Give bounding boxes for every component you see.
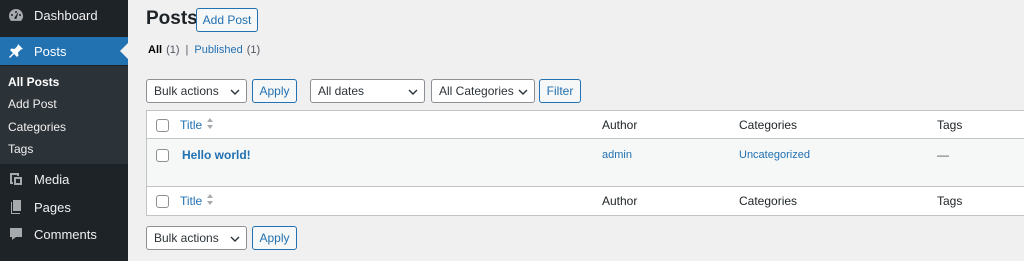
post-title-link[interactable]: Hello world! [182, 148, 251, 162]
chevron-down-icon [230, 233, 240, 243]
column-tags-footer: Tags [937, 194, 963, 208]
sidebar-item-label: Media [34, 171, 70, 187]
column-categories-footer: Categories [739, 194, 798, 208]
sidebar-item-media[interactable]: Media [0, 165, 128, 193]
sort-icon [206, 194, 214, 208]
bulk-actions-value: Bulk actions [154, 84, 219, 98]
post-tags-value: — [937, 148, 949, 162]
sort-icon [206, 118, 214, 132]
filter-all-link[interactable]: All [148, 44, 162, 56]
categories-filter-select[interactable]: All Categories [431, 79, 535, 103]
media-icon [6, 169, 26, 189]
sidebar-item-label: Dashboard [34, 7, 98, 23]
sidebar-item-posts[interactable]: Posts [0, 37, 128, 65]
posts-table: Title Author Categories Tags Hello world… [146, 110, 1024, 216]
active-indicator [120, 43, 128, 59]
add-post-button[interactable]: Add Post [196, 8, 258, 32]
table-header-row: Title Author Categories Tags [147, 111, 1024, 139]
chevron-down-icon [518, 86, 528, 96]
column-title-header[interactable]: Title [180, 118, 214, 132]
select-all-checkbox[interactable] [156, 119, 169, 132]
categories-filter-value: All Categories [439, 84, 514, 98]
column-title-footer[interactable]: Title [180, 194, 214, 208]
row-checkbox[interactable] [156, 149, 169, 162]
sidebar-item-label: Posts [34, 43, 67, 59]
dates-filter-select[interactable]: All dates [310, 79, 425, 103]
posts-submenu: All Posts Add Post Categories Tags [0, 66, 128, 164]
filter-separator: | [185, 44, 189, 56]
filter-published-count: (1) [246, 44, 261, 56]
column-author-footer: Author [602, 194, 638, 208]
post-author-link[interactable]: admin [602, 149, 632, 161]
table-footer-row: Title Author Categories Tags [147, 187, 1024, 215]
submenu-item-add-post[interactable]: Add Post [8, 97, 57, 111]
sidebar-item-label: Pages [34, 199, 71, 215]
sidebar-item-comments[interactable]: Comments [0, 220, 128, 248]
pin-icon [6, 41, 26, 61]
bulk-actions-select-bottom[interactable]: Bulk actions [146, 226, 247, 250]
select-all-checkbox-footer[interactable] [156, 195, 169, 208]
submenu-item-categories[interactable]: Categories [8, 120, 66, 134]
column-title-label: Title [180, 194, 203, 208]
apply-button-bottom[interactable]: Apply [252, 226, 297, 250]
table-row: Hello world! admin Uncategorized — [147, 139, 1024, 187]
post-category-link[interactable]: Uncategorized [739, 149, 810, 161]
submenu-item-tags[interactable]: Tags [8, 142, 33, 156]
apply-button[interactable]: Apply [252, 79, 297, 103]
column-categories-header: Categories [739, 118, 798, 132]
admin-sidebar: Dashboard Posts All Posts Add Post Categ… [0, 0, 128, 261]
column-title-label: Title [180, 118, 203, 132]
dashboard-icon [6, 5, 26, 25]
filter-published-link[interactable]: Published [194, 44, 242, 56]
dates-filter-value: All dates [318, 84, 365, 98]
comments-icon [6, 224, 26, 244]
filter-button[interactable]: Filter [539, 79, 581, 103]
bulk-actions-select[interactable]: Bulk actions [146, 79, 247, 103]
column-author-header: Author [602, 118, 638, 132]
chevron-down-icon [408, 86, 418, 96]
page-title: Posts [146, 8, 198, 29]
pages-icon [6, 197, 26, 217]
filter-all-count: (1) [166, 44, 180, 56]
sidebar-item-dashboard[interactable]: Dashboard [0, 1, 128, 29]
sidebar-item-pages[interactable]: Pages [0, 193, 128, 221]
chevron-down-icon [230, 86, 240, 96]
bulk-actions-value: Bulk actions [154, 231, 219, 245]
submenu-item-all-posts[interactable]: All Posts [8, 75, 59, 89]
sidebar-item-label: Comments [34, 226, 97, 242]
status-filter-links: All (1) | Published (1) [148, 44, 260, 56]
column-tags-header: Tags [937, 118, 963, 132]
